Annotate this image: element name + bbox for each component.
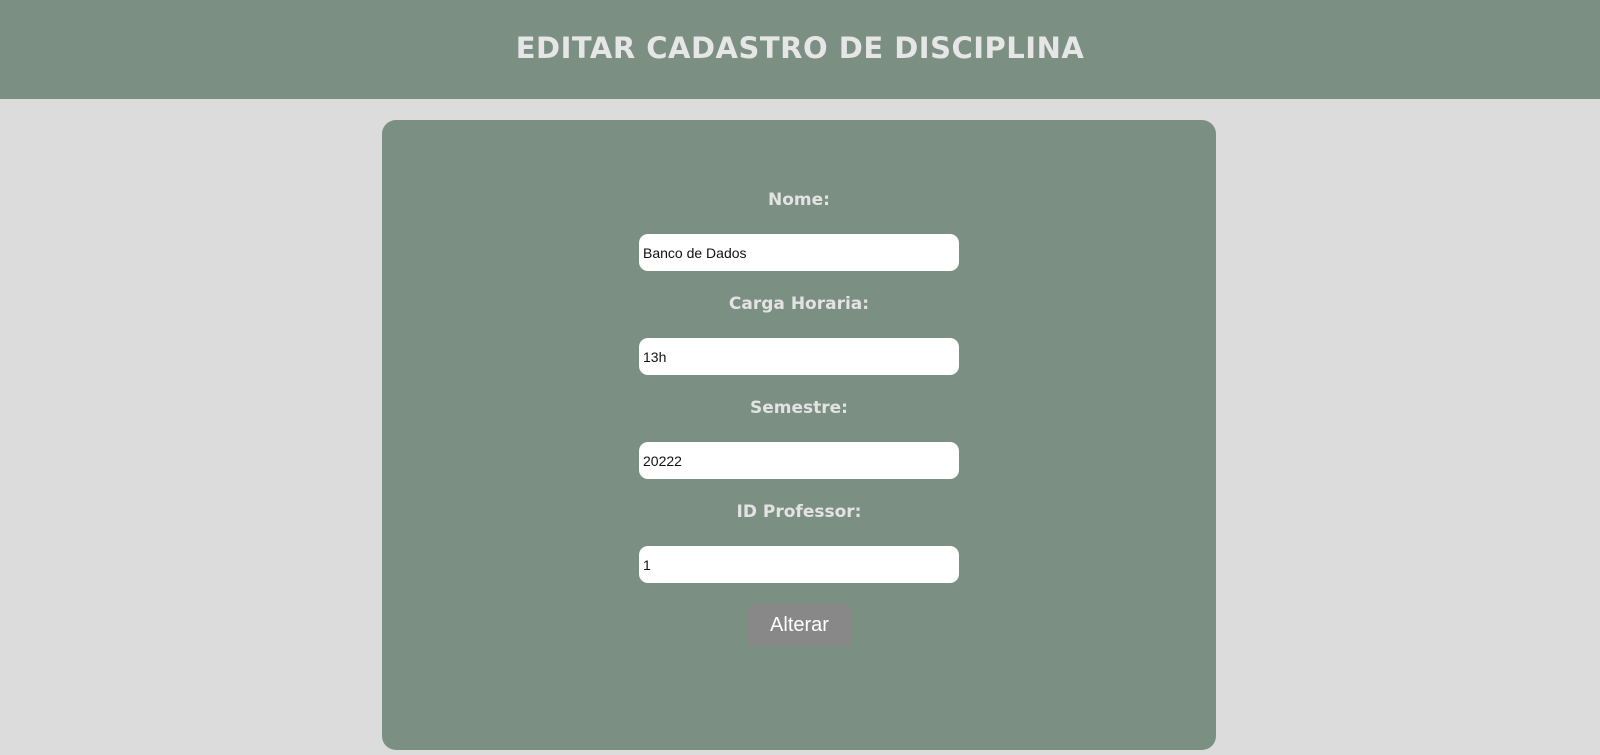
carga-horaria-label: Carga Horaria: [728, 294, 870, 314]
id-professor-label: ID Professor: [736, 502, 862, 522]
alterar-button[interactable]: Alterar [747, 604, 852, 646]
id-professor-input[interactable] [639, 546, 959, 583]
edit-discipline-form: Nome: Carga Horaria: Semestre: ID Profes… [382, 120, 1216, 750]
nome-input[interactable] [639, 234, 959, 271]
nome-label: Nome: [768, 190, 830, 210]
page-header: EDITAR CADASTRO DE DISCIPLINA [0, 0, 1600, 99]
carga-horaria-input[interactable] [639, 338, 959, 375]
page-title: EDITAR CADASTRO DE DISCIPLINA [515, 31, 1085, 65]
semestre-label: Semestre: [750, 398, 848, 418]
semestre-input[interactable] [639, 442, 959, 479]
